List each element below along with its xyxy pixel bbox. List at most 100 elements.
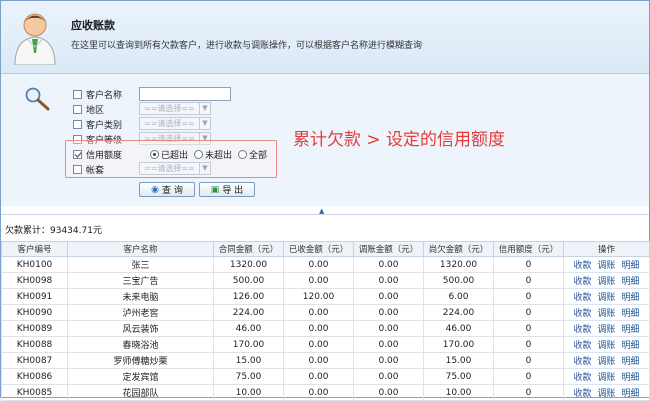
total-owed: 欠款累计：93434.71元 (5, 226, 102, 236)
table-row: KH0087 罗师傅糖炒栗 15.00 0.00 0.00 15.00 0 收款 调账 明细 (1, 352, 650, 369)
cell-name: 定发宾馆 (67, 368, 214, 385)
cell-name: 泸州老窖 (67, 304, 214, 321)
col-header-adjusted[interactable]: 调账金额（元） (353, 241, 424, 257)
adjust-link[interactable]: 调账 (597, 357, 615, 367)
credit-radio-not-exceeded[interactable]: 未超出 (194, 148, 232, 161)
chevron-down-icon: ▼ (199, 118, 210, 129)
radio-label: 已超出 (161, 150, 189, 161)
cell-actions: 收款 调账 明细 (563, 368, 650, 385)
chevron-down-icon: ▼ (199, 163, 210, 174)
cell-credit: 0 (493, 384, 564, 401)
radio-dot (238, 149, 248, 159)
detail-link[interactable]: 明细 (622, 261, 640, 271)
customer-name-label: 客户名称 (86, 90, 123, 101)
cell-adjusted: 0.00 (353, 384, 424, 401)
receivables-table: 客户编号 客户名称 合同金额（元） 已收金额（元） 调账金额（元） 尚欠金额（元… (1, 241, 650, 401)
adjust-link[interactable]: 调账 (597, 277, 615, 287)
collect-link[interactable]: 收款 (573, 341, 591, 351)
cell-code: KH0090 (1, 304, 68, 321)
cell-owed: 46.00 (423, 320, 494, 337)
region-checkbox[interactable] (73, 104, 82, 114)
cell-owed: 500.00 (423, 272, 494, 289)
adjust-link[interactable]: 调账 (597, 261, 615, 271)
credit-radio-all[interactable]: 全部 (238, 148, 267, 161)
cell-adjusted: 0.00 (353, 368, 424, 385)
col-header-owed[interactable]: 尚欠金额（元） (423, 241, 494, 257)
table-row: KH0089 风云装饰 46.00 0.00 0.00 46.00 0 收款 调账 明细 (1, 320, 650, 337)
credit-label: 信用额度 (86, 150, 123, 161)
collect-link[interactable]: 收款 (573, 261, 591, 271)
col-header-contract[interactable]: 合同金额（元） (213, 241, 284, 257)
collect-link[interactable]: 收款 (573, 309, 591, 319)
adjust-link[interactable]: 调账 (597, 373, 615, 383)
cell-received: 120.00 (283, 288, 354, 305)
page-description: 在这里可以查询到所有欠款客户，进行收款与调账操作，可以根据客户名称进行模糊查询 (71, 41, 423, 51)
credit-checkbox[interactable] (73, 149, 82, 159)
adjust-link[interactable]: 调账 (597, 293, 615, 303)
cell-credit: 0 (493, 288, 564, 305)
cell-actions: 收款 调账 明细 (563, 320, 650, 337)
collect-link[interactable]: 收款 (573, 373, 591, 383)
cell-code: KH0091 (1, 288, 68, 305)
search-icon: ◉ (151, 184, 159, 195)
collect-link[interactable]: 收款 (573, 357, 591, 367)
cell-contract: 1320.00 (213, 256, 284, 273)
cell-owed: 10.00 (423, 384, 494, 401)
adjust-link[interactable]: 调账 (597, 309, 615, 319)
cell-credit: 0 (493, 304, 564, 321)
cell-name: 三宝广告 (67, 272, 214, 289)
collect-link[interactable]: 收款 (573, 293, 591, 303)
detail-link[interactable]: 明细 (622, 277, 640, 287)
credit-radio-exceeded[interactable]: 已超出 (150, 148, 188, 161)
cell-actions: 收款 调账 明细 (563, 288, 650, 305)
export-button[interactable]: ▣ 导 出 (199, 182, 255, 197)
region-select-value: ==请选择== (144, 104, 195, 113)
customer-name-input[interactable] (139, 87, 231, 101)
table-row: KH0085 花园部队 10.00 0.00 0.00 10.00 0 收款 调账 明细 (1, 384, 650, 401)
radio-dot (194, 149, 204, 159)
region-select[interactable]: ==请选择== ▼ (139, 102, 211, 115)
adjust-link[interactable]: 调账 (597, 341, 615, 351)
category-select[interactable]: ==请选择== ▼ (139, 117, 211, 130)
table-row: KH0090 泸州老窖 224.00 0.00 0.00 224.00 0 收款 调账 明细 (1, 304, 650, 321)
cell-actions: 收款 调账 明细 (563, 272, 650, 289)
cell-owed: 224.00 (423, 304, 494, 321)
detail-link[interactable]: 明细 (622, 373, 640, 383)
col-header-received[interactable]: 已收金额（元） (283, 241, 354, 257)
detail-link[interactable]: 明细 (622, 325, 640, 335)
cell-credit: 0 (493, 352, 564, 369)
table-row: KH0100 张三 1320.00 0.00 0.00 1320.00 0 收款 调账 明细 (1, 256, 650, 273)
filter-credit-row: 信用额度 已超出 未超出 全部 (73, 147, 273, 161)
detail-link[interactable]: 明细 (622, 341, 640, 351)
col-header-actions: 操作 (563, 241, 650, 257)
customer-name-checkbox[interactable] (73, 89, 82, 99)
cell-code: KH0098 (1, 272, 68, 289)
detail-link[interactable]: 明细 (622, 357, 640, 367)
col-header-code[interactable]: 客户编号 (1, 241, 68, 257)
col-header-name[interactable]: 客户名称 (67, 241, 214, 257)
detail-link[interactable]: 明细 (622, 293, 640, 303)
cell-owed: 75.00 (423, 368, 494, 385)
collect-link[interactable]: 收款 (573, 277, 591, 287)
cell-name: 张三 (67, 256, 214, 273)
chevron-down-icon: ▼ (199, 103, 210, 114)
cell-contract: 75.00 (213, 368, 284, 385)
cell-name: 花园部队 (67, 384, 214, 401)
adjust-link[interactable]: 调账 (597, 325, 615, 335)
query-button[interactable]: ◉ 查 询 (139, 182, 195, 197)
account-checkbox[interactable] (73, 164, 82, 174)
cell-adjusted: 0.00 (353, 336, 424, 353)
cell-received: 0.00 (283, 352, 354, 369)
filter-account-row: 帐套 (73, 162, 136, 176)
cell-owed: 6.00 (423, 288, 494, 305)
cell-contract: 10.00 (213, 384, 284, 401)
user-avatar-icon (14, 13, 56, 65)
detail-link[interactable]: 明细 (622, 309, 640, 319)
account-select[interactable]: ==请选择== ▼ (139, 162, 211, 175)
collect-link[interactable]: 收款 (573, 325, 591, 335)
cell-adjusted: 0.00 (353, 352, 424, 369)
category-checkbox[interactable] (73, 119, 82, 129)
cell-actions: 收款 调账 明细 (563, 384, 650, 401)
col-header-credit[interactable]: 信用额度（元） (493, 241, 564, 257)
account-label: 帐套 (86, 165, 105, 176)
